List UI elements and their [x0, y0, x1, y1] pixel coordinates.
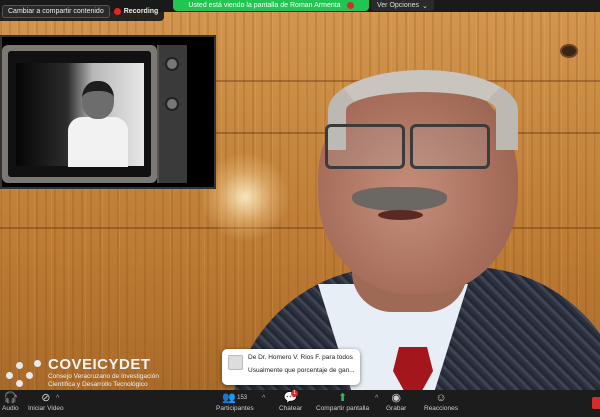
wood-knot: [560, 44, 578, 58]
view-options-label: Ver Opciones: [377, 2, 420, 9]
chat-message: Usualmente que porcentaje de gan...: [248, 367, 355, 374]
participant-count: 153: [237, 394, 248, 401]
participants-caret-icon[interactable]: ^: [262, 395, 265, 402]
coveicydet-logo: COVEICYDET Consejo Veracruzano de Invest…: [4, 356, 159, 389]
tv-knob: [165, 97, 179, 111]
switch-share-button[interactable]: Cambiar a compartir contenido: [2, 5, 110, 18]
glasses-left-lens: [325, 124, 405, 169]
participants-icon: 👥 153: [222, 392, 248, 404]
shared-screen-thumbnail[interactable]: [0, 35, 216, 189]
speaker-mustache: [352, 187, 447, 211]
chat-label: Chatear: [279, 405, 303, 412]
audio-caret-icon[interactable]: ^: [14, 395, 17, 402]
video-caret-icon[interactable]: ^: [56, 395, 59, 402]
meeting-toolbar: 🎧 Audio ^ ⊘ Iniciar Video ^ 👥 153 Partici…: [0, 390, 600, 417]
record-icon: ◉: [391, 392, 401, 404]
speaker-mouth: [378, 210, 423, 220]
reactions-button[interactable]: ☺ Reacciones: [424, 391, 458, 413]
chat-avatar: [228, 355, 243, 370]
smiley-icon: ☺: [435, 391, 447, 404]
chat-sender: De Dr. Homero V. Rios F. para todos: [248, 354, 353, 361]
logo-mark-icon: [4, 358, 44, 388]
share-screen-button[interactable]: ⬆ Compartir pantalla: [316, 391, 369, 412]
recording-dot-icon: [113, 8, 121, 15]
logo-subtitle-1: Consejo Veracruzano de Investigación: [48, 373, 159, 380]
banner-text: Usted está viendo la pantalla de Roman A…: [188, 2, 341, 9]
video-off-icon: ⊘: [41, 392, 51, 404]
screen-share-banner: Usted está viendo la pantalla de Roman A…: [173, 0, 369, 11]
chat-button[interactable]: 💬 1 Chatear: [279, 390, 303, 412]
scientist-figure: [68, 117, 128, 167]
record-button[interactable]: ◉ Grabar: [386, 391, 406, 412]
television-screen: [8, 51, 151, 177]
chevron-down-icon: ⌄: [422, 2, 428, 10]
scientist-head: [82, 81, 114, 119]
share-arrow-icon: ⬆: [337, 392, 348, 404]
glasses-right-lens: [410, 124, 490, 169]
audio-label: Audio: [2, 405, 19, 412]
participants-button[interactable]: 👥 153 Participantes: [216, 391, 254, 412]
logo-title: COVEICYDET: [48, 356, 151, 373]
end-meeting-button[interactable]: [592, 397, 600, 409]
record-label: Grabar: [386, 405, 407, 412]
share-label: Compartir pantalla: [316, 405, 370, 412]
recording-label: Recording: [123, 8, 159, 15]
share-caret-icon[interactable]: ^: [375, 395, 378, 402]
film-still: [16, 63, 144, 167]
logo-subtitle-2: Científica y Desarrollo Tecnológico: [48, 381, 148, 388]
top-left-controls: Cambiar a compartir contenido Recording: [0, 2, 165, 21]
tv-knob: [165, 57, 179, 71]
view-options-button[interactable]: Ver Opciones ⌄: [371, 0, 434, 11]
video-label: Iniciar Video: [28, 405, 64, 412]
recording-indicator[interactable]: Recording: [113, 8, 159, 15]
reactions-label: Reacciones: [424, 405, 458, 412]
chat-badge: 1: [291, 390, 299, 397]
chat-notification[interactable]: De Dr. Homero V. Rios F. para todos Usua…: [222, 349, 360, 385]
banner-dot-icon: [346, 2, 354, 9]
television-frame: [2, 45, 157, 183]
participants-label: Participantes: [216, 405, 254, 412]
